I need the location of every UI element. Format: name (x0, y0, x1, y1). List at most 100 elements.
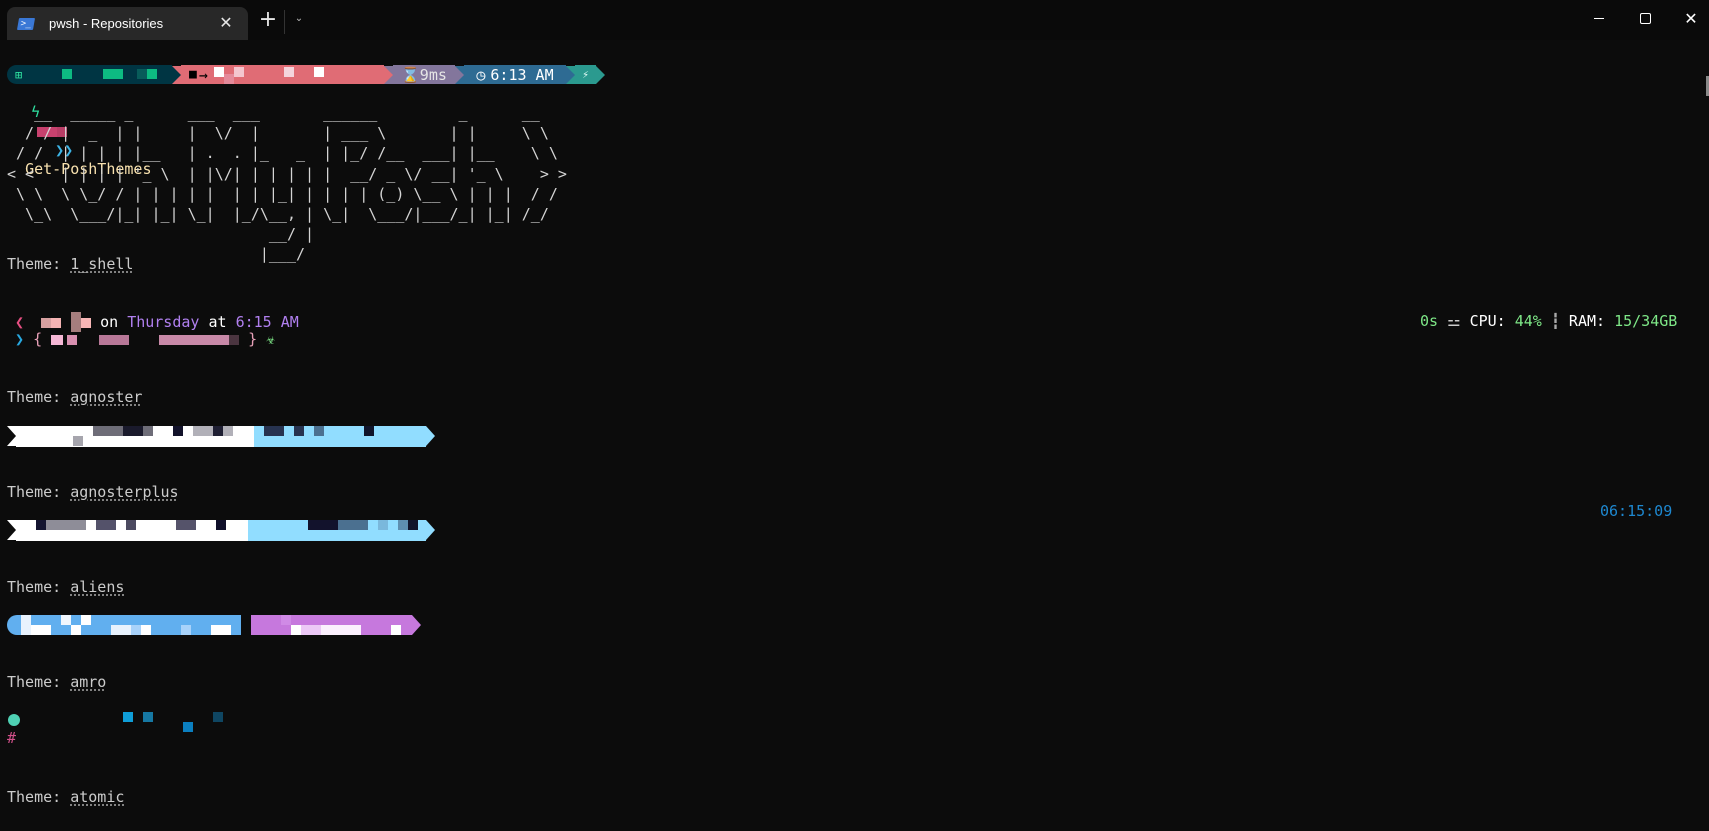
redacted-block (99, 334, 130, 345)
redacted-block (216, 520, 226, 530)
ram-value: 15/34GB (1614, 312, 1678, 330)
banner-line: __/ | (7, 225, 567, 244)
biohazard-icon: ☣ (266, 330, 276, 348)
day-text: Thursday (127, 313, 200, 331)
close-tab-icon[interactable]: ✕ (218, 15, 234, 31)
banner-line: \_\ \___/|_| |_| \_| |_/\__, | \_| \___/… (7, 205, 567, 224)
redacted-block (281, 615, 291, 625)
segment-end (412, 615, 421, 635)
segment-end (596, 65, 605, 84)
theme-label: Theme: (7, 788, 71, 806)
redacted-block (73, 436, 83, 446)
brace-open: { (33, 330, 43, 348)
redacted-block (159, 334, 230, 345)
theme-heading: Theme: 1_shell (7, 255, 133, 274)
redacted-block (81, 615, 91, 625)
redacted-block (314, 67, 324, 77)
redacted-block (213, 712, 223, 722)
path-segment (254, 426, 426, 447)
right-time: 06:15:09 (1600, 502, 1673, 520)
redacted-block (173, 426, 183, 436)
banner-line: < < | | | | '_ \ | |\/| | | | | | __/ _ … (7, 164, 567, 183)
duration-text: 9ms (419, 65, 447, 84)
redacted-block (229, 334, 240, 345)
duration-segment: ⌛ 9ms (393, 65, 455, 84)
redacted-block (176, 520, 196, 530)
time-text: 6:13 AM (490, 65, 554, 84)
segment-end (426, 426, 435, 446)
segment-separator (172, 65, 181, 84)
segment-end (426, 520, 435, 540)
shell-preview-right: 0s ⚍ CPU: 44% ┇ RAM: 15/34GB (1420, 312, 1677, 331)
tab-pwsh[interactable]: >_ pwsh - Repositories ✕ (7, 7, 248, 40)
redacted-block (126, 520, 136, 530)
chevron-left-icon: ❮ (15, 313, 25, 331)
agnoster-preview (7, 426, 435, 447)
tab-title: pwsh - Repositories (49, 16, 164, 31)
segment-start (7, 426, 16, 446)
theme-name: agnoster (70, 388, 143, 406)
theme-heading: Theme: amro (7, 673, 106, 692)
time-segment: ◷ 6:13 AM (464, 65, 566, 84)
path-segment (251, 615, 412, 635)
shell-preview-line1: ❮ on Thursday at 6:15 AM (7, 312, 299, 332)
redacted-block (81, 317, 92, 328)
minimize-button[interactable] (1576, 0, 1622, 36)
status-segment: ⚡ (575, 65, 596, 84)
theme-name: atomic (70, 788, 125, 806)
theme-label: Theme: (7, 483, 71, 501)
redacted-block (67, 334, 78, 345)
path-segment: ■ → (181, 65, 384, 84)
duration-text: 0s (1420, 312, 1439, 330)
redacted-block (234, 67, 244, 77)
shell-preview-line2: ❯ { } ☣ (7, 330, 275, 349)
redacted-block (181, 625, 191, 635)
at-text: at (208, 313, 227, 331)
on-text: on (100, 313, 119, 331)
redacted-block (36, 520, 46, 530)
new-tab-button[interactable]: + (258, 9, 278, 33)
os-segment: ⊞ (7, 65, 172, 84)
redacted-block (214, 67, 224, 77)
segment-separator (455, 65, 464, 84)
user-segment (16, 426, 254, 447)
banner-line: / / | | | | |__ | . . |_ _ | |_/ /__ ___… (7, 144, 567, 163)
segment-separator (384, 65, 393, 84)
powershell-icon: >_ (16, 17, 36, 30)
redacted-block (408, 520, 418, 530)
ram-label: RAM: (1568, 312, 1606, 330)
redacted-block (398, 520, 408, 530)
redacted-block (111, 625, 131, 635)
chevron-down-icon[interactable]: ⌄ (292, 12, 306, 26)
theme-label: Theme: (7, 578, 71, 596)
theme-label: Theme: (7, 388, 71, 406)
redacted-block (141, 625, 151, 635)
redacted-block (103, 69, 123, 79)
path-segment (248, 520, 426, 541)
cpu-value: 44% (1514, 312, 1542, 330)
redacted-block (321, 625, 361, 635)
time-text: 6:15 AM (235, 313, 299, 331)
maximize-icon (1639, 12, 1651, 24)
redacted-block (284, 67, 294, 77)
user-segment (7, 615, 241, 635)
folder-icon: ■ (189, 67, 197, 82)
banner-line: \ \ \ \_/ / | | | | | | | |_| | | | | (_… (7, 184, 567, 203)
redacted-block (147, 69, 157, 79)
redacted-block (308, 520, 338, 530)
close-window-button[interactable]: ✕ (1668, 0, 1709, 36)
redacted-block (51, 317, 62, 328)
redacted-block (291, 625, 301, 635)
theme-name: aliens (70, 578, 125, 596)
redacted-block (61, 615, 71, 625)
title-bar: >_ pwsh - Repositories ✕ + ⌄ ✕ (0, 0, 1709, 40)
redacted-block (338, 520, 368, 530)
oh-my-posh-banner: __ _____ _ ___ ___ ______ _ __ / / | _ |… (7, 103, 567, 265)
theme-heading: Theme: aliens (7, 578, 124, 597)
maximize-button[interactable] (1622, 0, 1668, 36)
redacted-block (224, 74, 234, 84)
path-arrow: → (198, 65, 208, 84)
redacted-block (62, 69, 72, 79)
redacted-block (41, 317, 52, 328)
redacted-block (294, 426, 304, 436)
